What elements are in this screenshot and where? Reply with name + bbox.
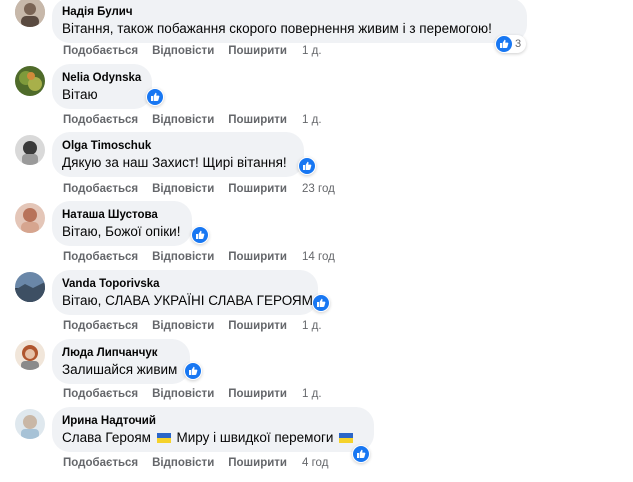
comment-bubble: Nelia Odynska Вітаю	[52, 64, 152, 109]
like-icon	[299, 158, 315, 174]
comment-bubble: Надія Булич Вітання, також побажання ско…	[52, 0, 527, 43]
comment-text: Вітаю	[62, 87, 98, 102]
reaction-count[interactable]	[184, 362, 202, 380]
avatar[interactable]	[15, 272, 45, 302]
comment-text: Вітаю, Божої опіки!	[62, 224, 181, 239]
comment-bubble: Люда Липчанчук Залишайся живим	[52, 339, 190, 384]
like-icon	[496, 36, 512, 52]
like-button[interactable]: Подобається	[63, 388, 138, 400]
share-button[interactable]: Поширити	[228, 183, 287, 195]
comment-bubble: Наташа Шустова Вітаю, Божої опіки!	[52, 201, 192, 246]
comment-text: Дякую за наш Захист! Щирі вітання!	[62, 155, 287, 170]
like-button[interactable]: Подобається	[63, 251, 138, 263]
share-button[interactable]: Поширити	[228, 320, 287, 332]
comment-text-part: Миру і швидкої перемоги	[176, 430, 334, 445]
reaction-count[interactable]	[352, 445, 370, 463]
reply-button[interactable]: Відповісти	[152, 457, 214, 469]
like-icon	[147, 89, 163, 105]
comment-text: Слава Героям Миру і швидкої перемоги	[62, 429, 362, 447]
reply-button[interactable]: Відповісти	[152, 114, 214, 126]
like-button[interactable]: Подобається	[63, 114, 138, 126]
comment-time[interactable]: 4 год	[302, 457, 328, 469]
comment-actions: Подобається Відповісти Поширити 1 д.	[63, 45, 336, 57]
comment-time[interactable]: 1 д.	[302, 45, 322, 57]
reaction-count[interactable]: 3	[495, 35, 527, 53]
like-button[interactable]: Подобається	[63, 320, 138, 332]
comment-time[interactable]: 1 д.	[302, 320, 322, 332]
reply-button[interactable]: Відповісти	[152, 388, 214, 400]
like-button[interactable]: Подобається	[63, 183, 138, 195]
reply-button[interactable]: Відповісти	[152, 45, 214, 57]
share-button[interactable]: Поширити	[228, 114, 287, 126]
avatar[interactable]	[15, 340, 45, 370]
comment-text-part: Слава Героям	[62, 430, 151, 445]
comment-author[interactable]: Люда Липчанчук	[62, 346, 178, 360]
comment-time[interactable]: 23 год	[302, 183, 335, 195]
reply-button[interactable]: Відповісти	[152, 183, 214, 195]
reaction-count[interactable]	[191, 226, 209, 244]
comment-bubble: Vanda Toporivska Вітаю, СЛАВА УКРАЇНІ СЛ…	[52, 270, 318, 315]
avatar[interactable]	[15, 203, 45, 233]
comment-actions: Подобається Відповісти Поширити 1 д.	[63, 388, 336, 400]
comment-author[interactable]: Ирина Надточий	[62, 414, 362, 428]
comment-text: Вітання, також побажання скорого поверне…	[62, 21, 492, 36]
like-icon	[192, 227, 208, 243]
comment-actions: Подобається Відповісти Поширити 1 д.	[63, 320, 336, 332]
comment-time[interactable]: 14 год	[302, 251, 335, 263]
comment-actions: Подобається Відповісти Поширити 23 год	[63, 183, 349, 195]
comment-time[interactable]: 1 д.	[302, 388, 322, 400]
like-icon	[313, 295, 329, 311]
like-icon	[353, 446, 369, 462]
avatar[interactable]	[15, 135, 45, 165]
like-button[interactable]: Подобається	[63, 45, 138, 57]
comment-bubble: Ирина Надточий Слава Героям Миру і швидк…	[52, 407, 374, 452]
avatar[interactable]	[15, 0, 45, 27]
avatar[interactable]	[15, 409, 45, 439]
comment-author[interactable]: Надія Булич	[62, 5, 515, 19]
comment-author[interactable]: Vanda Toporivska	[62, 277, 306, 291]
comment-actions: Подобається Відповісти Поширити 14 год	[63, 251, 349, 263]
share-button[interactable]: Поширити	[228, 457, 287, 469]
reaction-count[interactable]	[298, 157, 316, 175]
comment-text: Вітаю, СЛАВА УКРАЇНІ СЛАВА ГЕРОЯМ	[62, 293, 313, 308]
reaction-count-value: 3	[515, 38, 522, 50]
ukraine-flag-icon	[156, 433, 171, 443]
like-button[interactable]: Подобається	[63, 457, 138, 469]
comment-text: Залишайся живим	[62, 362, 178, 377]
share-button[interactable]: Поширити	[228, 45, 287, 57]
comment-bubble: Olga Timoschuk Дякую за наш Захист! Щирі…	[52, 132, 304, 177]
comment-actions: Подобається Відповісти Поширити 1 д.	[63, 114, 336, 126]
reply-button[interactable]: Відповісти	[152, 320, 214, 332]
reaction-count[interactable]	[312, 294, 330, 312]
comment-author[interactable]: Nelia Odynska	[62, 71, 141, 85]
avatar[interactable]	[15, 66, 45, 96]
comment-time[interactable]: 1 д.	[302, 114, 322, 126]
reply-button[interactable]: Відповісти	[152, 251, 214, 263]
comment-actions: Подобається Відповісти Поширити 4 год	[63, 457, 342, 469]
ukraine-flag-icon	[339, 433, 354, 443]
comment-author[interactable]: Наташа Шустова	[62, 208, 180, 222]
share-button[interactable]: Поширити	[228, 388, 287, 400]
comment-author[interactable]: Olga Timoschuk	[62, 139, 292, 153]
reaction-count[interactable]	[146, 88, 164, 106]
like-icon	[185, 363, 201, 379]
share-button[interactable]: Поширити	[228, 251, 287, 263]
